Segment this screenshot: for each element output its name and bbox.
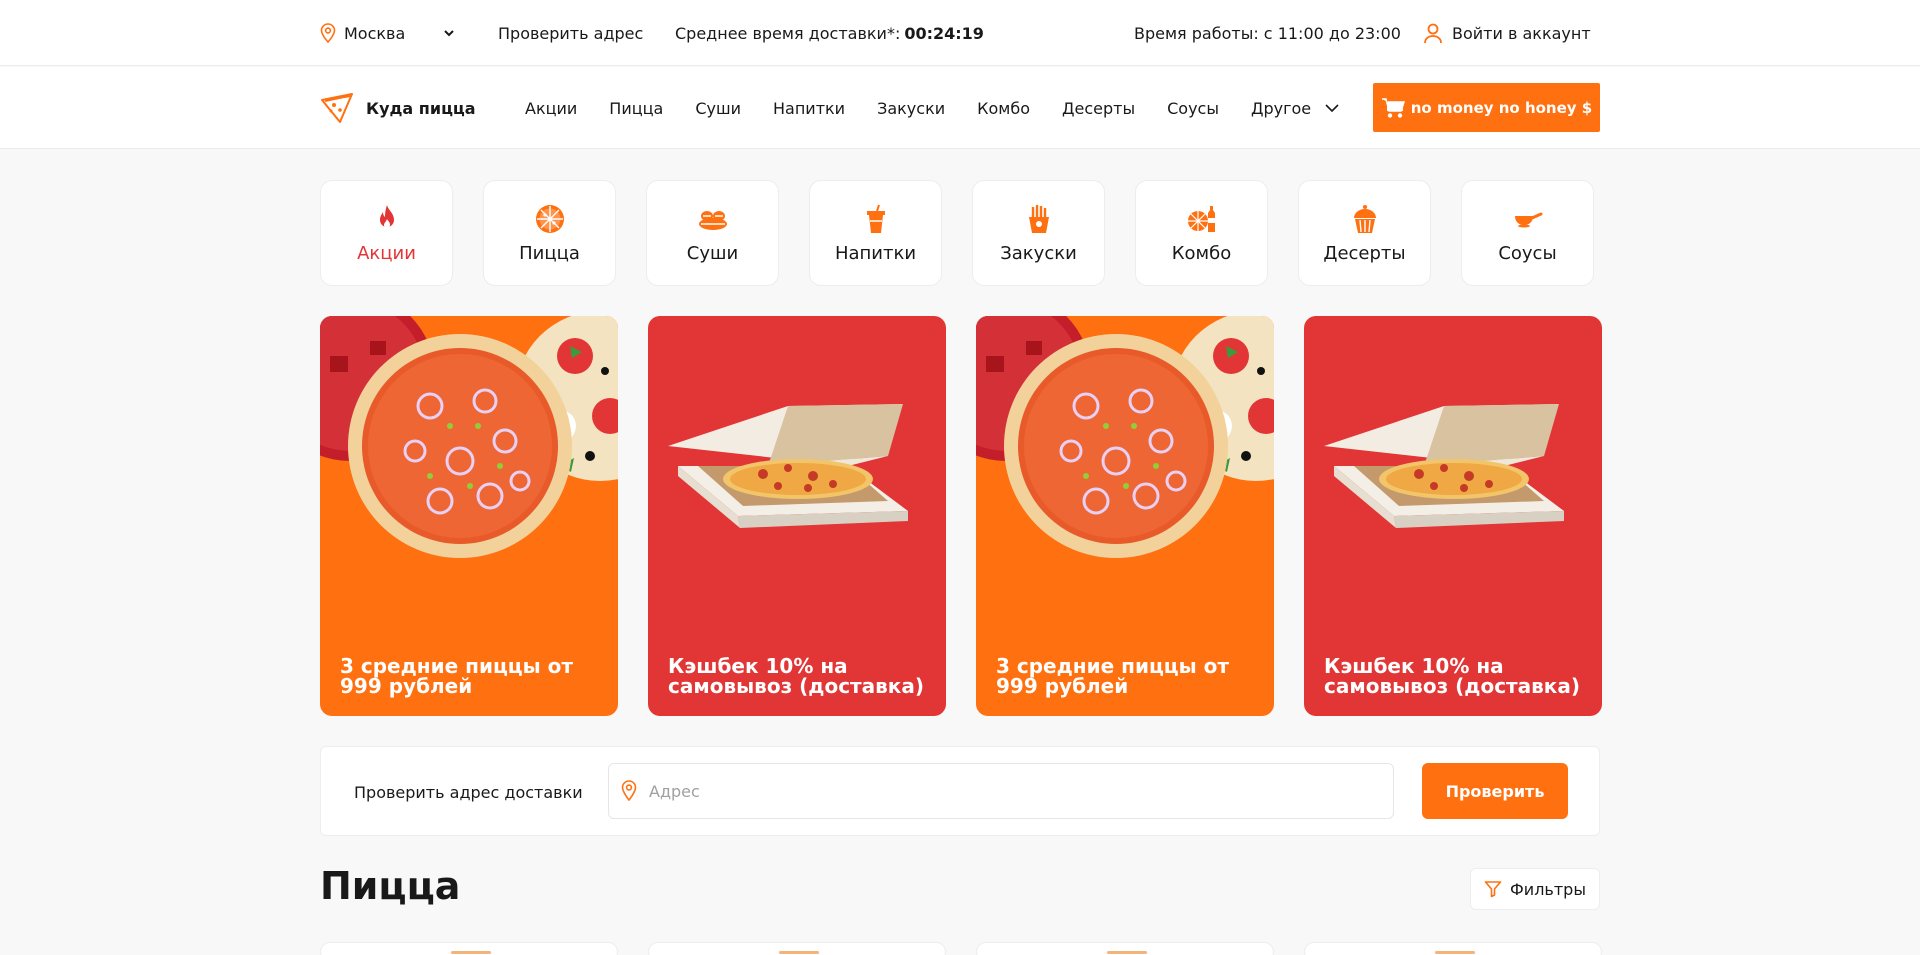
category-label: Напитки (834, 242, 917, 264)
drink-icon (866, 204, 885, 233)
filters-label: Фильтры (1510, 879, 1586, 899)
category-tile-snacks[interactable]: Закуски (972, 180, 1105, 286)
delivery-time: Среднее время доставки*: 00:24:19 (675, 0, 984, 66)
top-bar: Москва Проверить адрес Среднее время дос… (0, 0, 1920, 66)
pizza-box-image (668, 404, 908, 528)
user-icon (1424, 23, 1442, 44)
promo-cards: 3 средние пиццы от 999 рублей Кэшбек 10%… (320, 316, 1602, 716)
promo-text: Кэшбек 10% на самовывоз (доставка) (668, 654, 925, 698)
nav-item-pizza[interactable]: Пицца (609, 99, 663, 118)
filter-icon (1484, 881, 1502, 898)
nav-item-desserts[interactable]: Десерты (1062, 99, 1135, 118)
category-label: Десерты (1323, 242, 1406, 264)
category-label: Пицца (519, 242, 580, 264)
product-image (779, 951, 819, 954)
category-tile-drinks[interactable]: Напитки (809, 180, 942, 286)
promo-card[interactable]: 3 средние пиццы от 999 рублей (320, 316, 618, 716)
nav-item-promo[interactable]: Акции (525, 99, 577, 118)
nav-item-drinks[interactable]: Напитки (773, 99, 845, 118)
promo-text: Кэшбек 10% на самовывоз (доставка) (1324, 654, 1581, 698)
login-label: Войти в аккаунт (1452, 23, 1591, 43)
category-tile-desserts[interactable]: Десерты (1298, 180, 1431, 286)
filters-button[interactable]: Фильтры (1470, 868, 1600, 910)
pizza-image (976, 316, 1274, 558)
promo-text: 3 средние пиццы от 999 рублей (340, 654, 573, 698)
category-label: Акции (357, 242, 416, 264)
delivery-time-value: 00:24:19 (904, 23, 984, 43)
fire-icon (379, 204, 394, 228)
sushi-icon (698, 210, 727, 230)
working-hours: Время работы: с 11:00 до 23:00 (1134, 23, 1401, 43)
category-label: Комбо (1171, 242, 1232, 264)
category-tile-pizza[interactable]: Пицца (483, 180, 616, 286)
section-title: Пицца (320, 864, 461, 908)
pizza-slice-logo-icon (321, 93, 353, 123)
category-label: Суши (686, 242, 739, 264)
sauce-icon (1514, 212, 1542, 227)
product-image (1435, 951, 1475, 954)
chevron-down-icon (444, 30, 455, 37)
product-image (1107, 951, 1147, 954)
address-input[interactable] (649, 764, 1379, 818)
main-header: Куда пицца Акции Пицца Суши Напитки Заку… (0, 67, 1920, 149)
city-selector[interactable]: Москва (320, 0, 455, 66)
nav-item-sauces[interactable]: Соусы (1167, 99, 1219, 118)
pizza-icon (535, 204, 564, 233)
promo-card[interactable]: Кэшбек 10% на самовывоз (доставка) (1304, 316, 1602, 716)
product-card[interactable] (648, 942, 946, 955)
cart-button[interactable]: no money no honey $ (1373, 83, 1600, 132)
chevron-down-icon (1325, 103, 1339, 112)
category-tile-promo[interactable]: Акции (320, 180, 453, 286)
delivery-time-label: Среднее время доставки*: (675, 23, 901, 43)
nav-more-label: Другое (1250, 98, 1312, 118)
fries-icon (1028, 204, 1049, 233)
cart-label: no money no honey $ (1410, 98, 1593, 117)
nav-item-combo[interactable]: Комбо (977, 99, 1030, 118)
main-nav: Акции Пицца Суши Напитки Закуски Комбо Д… (525, 67, 1371, 149)
product-card[interactable] (976, 942, 1274, 955)
category-tile-sauces[interactable]: Соусы (1461, 180, 1594, 286)
login-link[interactable]: Войти в аккаунт (1422, 0, 1591, 66)
product-image (451, 951, 491, 954)
cupcake-icon (1353, 204, 1376, 233)
check-address-button[interactable]: Проверить (1422, 763, 1568, 819)
pizza-image (320, 316, 618, 558)
location-pin-icon (320, 23, 336, 43)
check-address-link[interactable]: Проверить адрес (498, 0, 643, 66)
category-tiles: Акции Пицца Суши Напитки Закуски Комбо Д… (320, 180, 1600, 286)
pizza-box-image (1324, 404, 1564, 528)
city-label: Москва (344, 23, 406, 43)
cart-icon (1381, 97, 1405, 118)
nav-item-snacks[interactable]: Закуски (877, 99, 945, 118)
logo[interactable]: Куда пицца (320, 67, 476, 149)
category-tile-sushi[interactable]: Суши (646, 180, 779, 286)
location-pin-icon (621, 780, 637, 802)
combo-icon (1187, 205, 1215, 232)
promo-card[interactable]: Кэшбек 10% на самовывоз (доставка) (648, 316, 946, 716)
promo-text: 3 средние пиццы от 999 рублей (996, 654, 1229, 698)
nav-item-sushi[interactable]: Суши (695, 99, 741, 118)
address-check-label: Проверить адрес доставки (354, 782, 583, 802)
category-label: Соусы (1498, 242, 1557, 264)
product-card[interactable] (1304, 942, 1602, 955)
category-tile-combo[interactable]: Комбо (1135, 180, 1268, 286)
category-label: Закуски (1000, 242, 1077, 264)
nav-item-more[interactable]: Другое (1251, 99, 1339, 118)
logo-text: Куда пицца (366, 98, 476, 118)
address-check-panel: Проверить адрес доставки Проверить (320, 746, 1600, 836)
product-card[interactable] (320, 942, 618, 955)
promo-card[interactable]: 3 средние пиццы от 999 рублей (976, 316, 1274, 716)
address-field[interactable] (608, 763, 1394, 819)
